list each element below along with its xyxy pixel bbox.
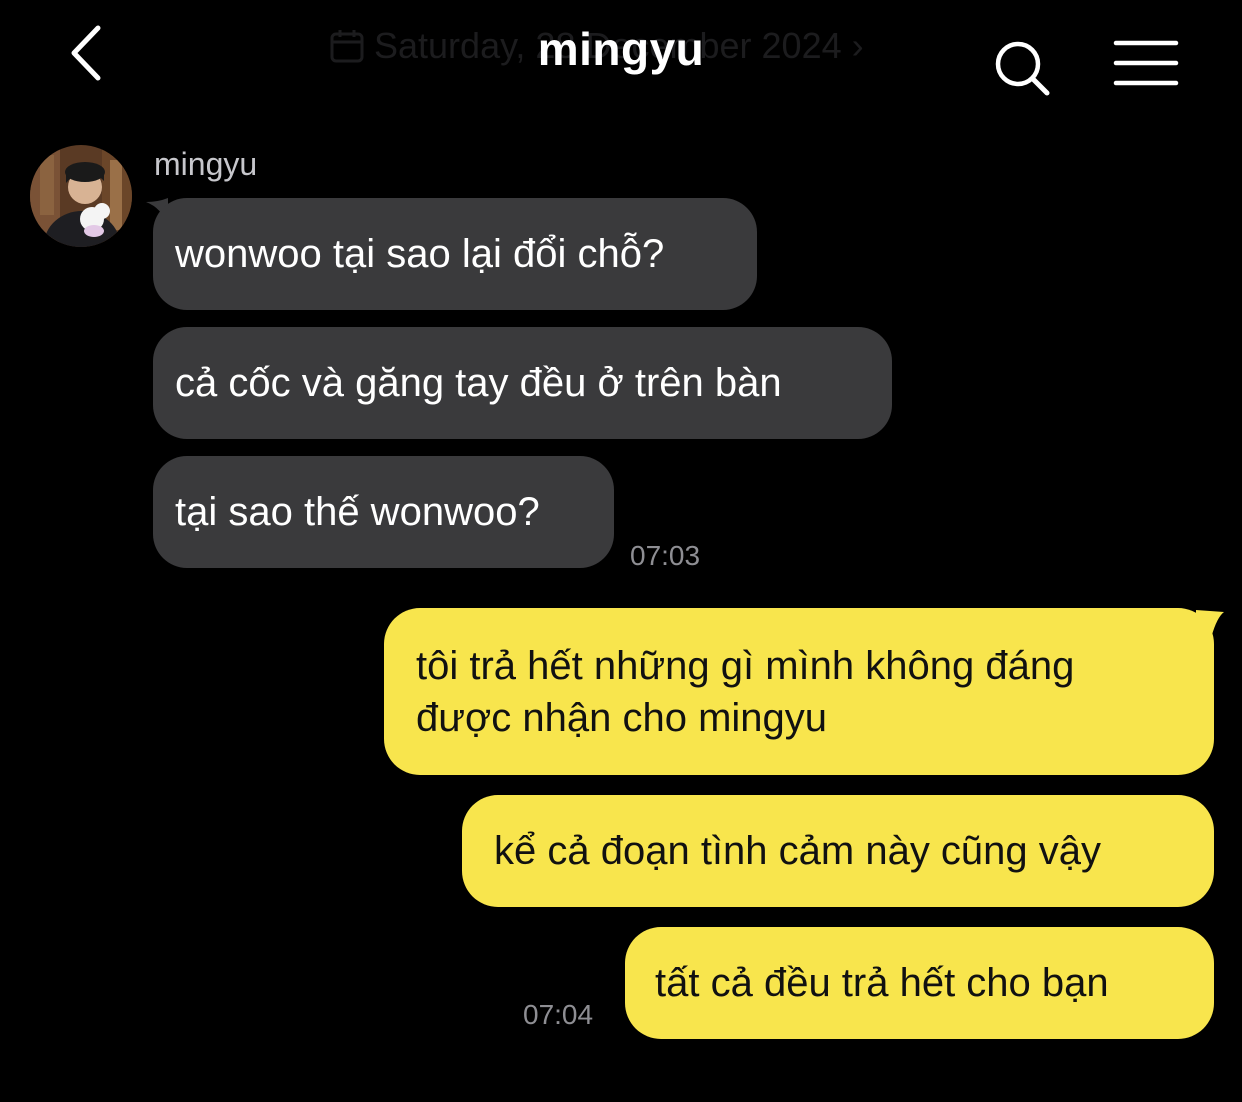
message-text-line: tôi trả hết những gì mình không đáng (416, 644, 1075, 688)
message-bubble-outgoing[interactable]: tôi trả hết những gì mình không đáng đượ… (384, 608, 1214, 775)
message-text: kể cả đoạn tình cảm này cũng vậy (494, 829, 1102, 873)
message-text: wonwoo tại sao lại đổi chỗ? (175, 232, 665, 276)
message-bubble-outgoing[interactable]: tất cả đều trả hết cho bạn (625, 927, 1214, 1039)
message-bubble-incoming[interactable]: cả cốc và găng tay đều ở trên bàn (153, 327, 892, 439)
message-text: tại sao thế wonwoo? (175, 490, 540, 534)
contact-avatar[interactable] (30, 145, 132, 247)
sender-name: mingyu (154, 146, 258, 182)
message-text: tất cả đều trả hết cho bạn (655, 961, 1109, 1005)
avatar-photo (30, 145, 132, 247)
message-timestamp: 07:03 (630, 540, 701, 571)
message-bubble-incoming[interactable]: tại sao thế wonwoo? (153, 456, 614, 568)
search-icon (995, 41, 1050, 96)
message-text: cả cốc và găng tay đều ở trên bàn (175, 361, 782, 405)
message-timestamp: 07:04 (523, 999, 594, 1030)
chat-title: mingyu (537, 23, 705, 75)
message-bubble-incoming[interactable]: wonwoo tại sao lại đổi chỗ? (153, 198, 757, 310)
search-button[interactable] (990, 36, 1054, 100)
menu-button[interactable] (1112, 38, 1180, 90)
chat-header: Saturday, 28 December 2024 › mingyu (0, 0, 1242, 120)
menu-icon (1113, 40, 1179, 86)
message-text-line: được nhận cho mingyu (416, 696, 828, 740)
message-bubble-outgoing[interactable]: kể cả đoạn tình cảm này cũng vậy (462, 795, 1214, 907)
